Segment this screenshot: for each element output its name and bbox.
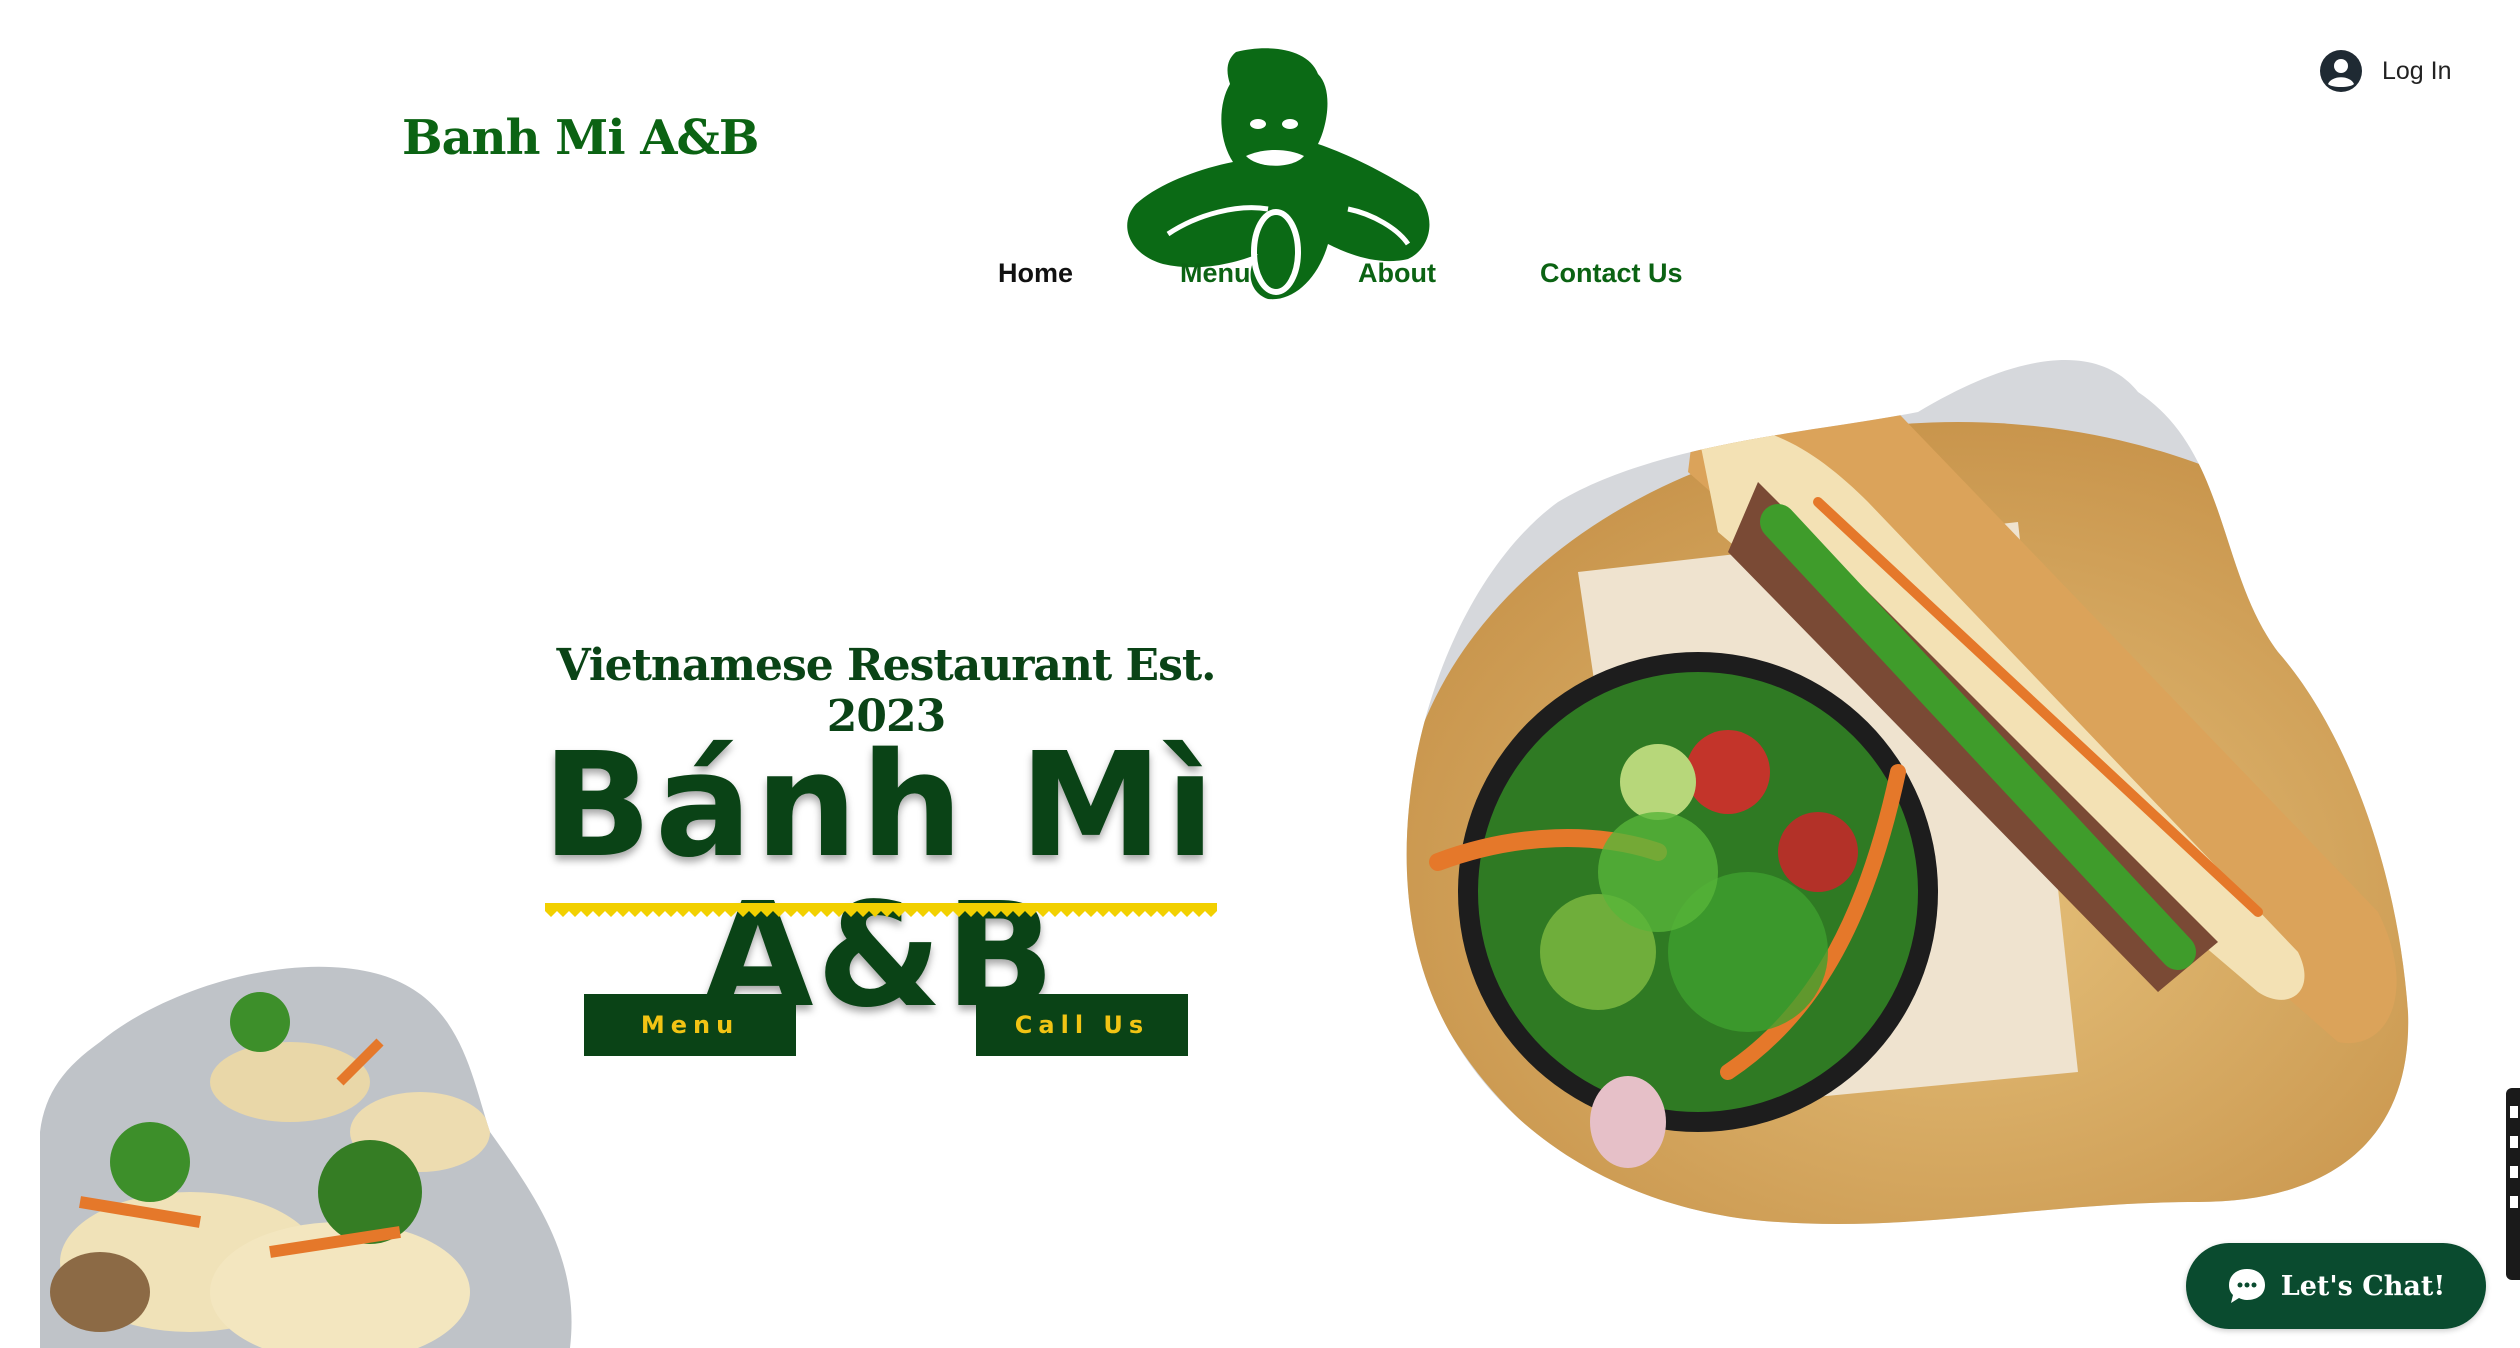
chat-button[interactable]: Let's Chat! [2186,1243,2486,1329]
side-tab-icon [2510,1106,2518,1118]
menu-button[interactable]: Menu [584,994,796,1056]
chat-bubble-icon [2228,1269,2265,1303]
side-tab-icon [2510,1136,2518,1148]
banh-mi-salad-photo [1406,359,2409,1225]
main-nav: Home Menu About Contact Us [0,258,2520,298]
brand-title[interactable]: Banh Mi A&B [402,110,759,166]
banh-mi-platter-photo [40,966,572,1348]
side-tab-icon [2510,1166,2518,1178]
chat-label: Let's Chat! [2280,1270,2446,1302]
accessibility-side-tab[interactable] [2506,1088,2520,1280]
yellow-zigzag-divider [545,903,1217,917]
side-tab-icon [2510,1196,2518,1208]
nav-about[interactable]: About [1358,258,1436,289]
call-us-button[interactable]: Call Us [976,994,1188,1056]
nav-menu[interactable]: Menu [1180,258,1251,289]
nav-home[interactable]: Home [998,258,1073,289]
user-avatar-icon [2320,50,2362,92]
nav-contact-us[interactable]: Contact Us [1540,258,1683,289]
login-button[interactable]: Log In [2320,48,2452,94]
login-label: Log In [2382,56,2452,85]
